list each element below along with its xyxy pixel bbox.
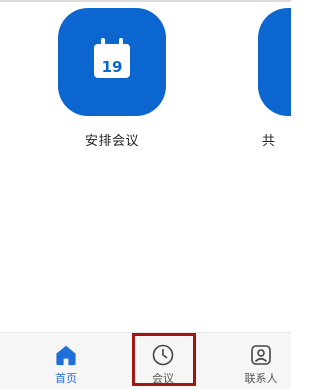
schedule-meeting-app-icon[interactable]: 19 <box>58 8 166 116</box>
bottom-nav: 首页 会议 联系人 <box>0 332 291 389</box>
clock-icon <box>152 344 174 366</box>
app-tile-second[interactable]: 共 <box>258 8 291 149</box>
app-tile-schedule-meeting[interactable]: 19 安排会议 <box>58 8 166 149</box>
calendar-icon: 19 <box>94 38 130 78</box>
second-app-icon[interactable] <box>258 8 291 116</box>
app-screen: 19 安排会议 共 首页 会议 联系人 <box>0 0 291 389</box>
nav-label-contacts: 联系人 <box>244 372 278 385</box>
app-label-schedule-meeting: 安排会议 <box>84 134 139 149</box>
calendar-date-number: 19 <box>102 58 123 76</box>
contact-icon <box>251 345 271 365</box>
nav-item-home[interactable]: 首页 <box>38 339 94 389</box>
app-label-second: 共 <box>262 134 276 149</box>
nav-item-contacts[interactable]: 联系人 <box>233 339 289 389</box>
top-divider <box>0 0 291 2</box>
nav-label-home: 首页 <box>55 372 77 385</box>
home-icon <box>56 345 76 366</box>
nav-label-meeting: 会议 <box>152 372 174 385</box>
nav-item-meeting[interactable]: 会议 <box>135 339 191 389</box>
